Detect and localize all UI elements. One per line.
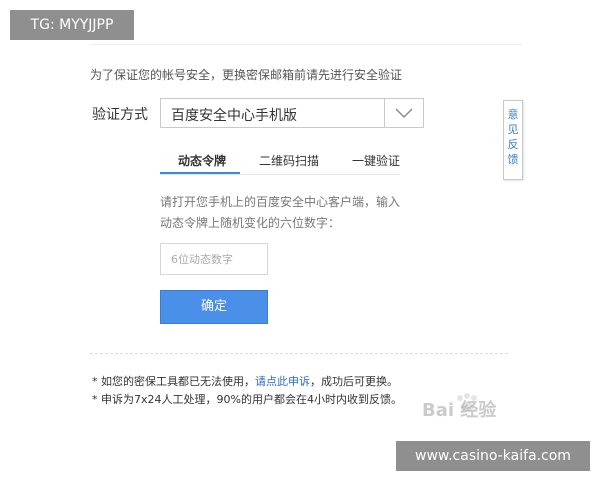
chevron-down-icon[interactable] bbox=[384, 99, 423, 127]
tab-qr-scan[interactable]: 二维码扫描 bbox=[259, 152, 319, 169]
confirm-button[interactable]: 确定 bbox=[160, 290, 268, 324]
appeal-note-suffix: ，成功后可更换。 bbox=[310, 375, 398, 388]
appeal-note: * 如您的密保工具都已无法使用，请点此申诉，成功后可更换。 bbox=[92, 373, 398, 389]
dynamic-code-input[interactable] bbox=[160, 243, 268, 275]
tab-bar-divider bbox=[160, 174, 400, 175]
verify-method-label: 验证方式 bbox=[92, 107, 148, 123]
security-notice: 为了保证您的帐号安全，更换密保邮箱前请先进行安全验证 bbox=[90, 68, 403, 82]
site-url-badge: www.casino-kaifa.com bbox=[396, 441, 590, 471]
verify-method-select[interactable]: 百度安全中心手机版 bbox=[160, 98, 424, 128]
tab-one-key-verify[interactable]: 一键验证 bbox=[352, 152, 400, 169]
baidu-jingyan-watermark: Bai 经验 bbox=[422, 400, 497, 421]
tab-dynamic-token[interactable]: 动态令牌 bbox=[178, 152, 226, 169]
appeal-note-prefix: * 如您的密保工具都已无法使用， bbox=[92, 375, 255, 388]
tg-badge: TG: MYYJJPP bbox=[10, 10, 134, 40]
appeal-link[interactable]: 请点此申诉 bbox=[255, 375, 310, 388]
dashed-divider bbox=[90, 353, 508, 354]
top-divider bbox=[90, 44, 522, 45]
active-tab-indicator bbox=[160, 172, 240, 174]
feedback-tab[interactable]: 意见反馈 bbox=[503, 100, 523, 180]
verify-method-selected-value: 百度安全中心手机版 bbox=[171, 108, 297, 124]
token-instruction: 请打开您手机上的百度安全中心客户端，输入动态令牌上随机变化的六位数字： bbox=[160, 195, 401, 230]
appeal-processing-note: * 申诉为7x24人工处理，90%的用户都会在4小时内收到反馈。 bbox=[92, 393, 402, 406]
